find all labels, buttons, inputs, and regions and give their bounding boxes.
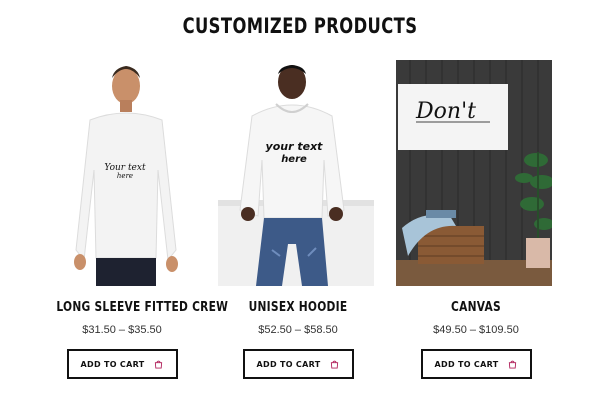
add-to-cart-label: ADD TO CART [434, 359, 499, 369]
shopping-bag-icon [331, 360, 339, 369]
add-to-cart-button[interactable]: ADD TO CART [66, 349, 178, 379]
shopping-bag-icon [509, 360, 517, 369]
product-card-hoodie: your text here UNISEX HOODIE $52.50 – $5… [218, 60, 378, 379]
product-image-canvas[interactable]: Don't [396, 60, 552, 286]
add-to-cart-label: ADD TO CART [256, 359, 321, 369]
price-range: $52.50 – $58.50 [258, 324, 338, 336]
print-text-2: your text [266, 140, 324, 153]
add-to-cart-button[interactable]: ADD TO CART [242, 349, 354, 379]
model-long-sleeve-icon: Your text here [42, 60, 198, 286]
svg-text:here: here [117, 172, 133, 180]
add-to-cart-label: ADD TO CART [80, 359, 145, 369]
model-hoodie-icon: your text here [218, 60, 374, 286]
print-text-3: Don't [415, 99, 476, 124]
product-name[interactable]: CANVAS [410, 300, 541, 315]
product-image-hoodie[interactable]: your text here [218, 60, 374, 286]
product-name[interactable]: UNISEX HOODIE [232, 300, 363, 315]
canvas-wall-art-icon: Don't [396, 60, 552, 286]
price-range: $49.50 – $109.50 [433, 324, 519, 336]
product-image-long-sleeve[interactable]: Your text here [42, 60, 198, 286]
price-range: $31.50 – $35.50 [82, 324, 162, 336]
product-name[interactable]: LONG SLEEVE FITTED CREW [56, 300, 228, 315]
product-card-long-sleeve: Your text here LONG SLEEVE FITTED CREW $… [42, 60, 228, 379]
section-title: CUSTOMIZED PRODUCTS [182, 14, 418, 38]
add-to-cart-button[interactable]: ADD TO CART [420, 349, 532, 379]
product-card-canvas: Don't CANVAS $49.50 – $109.50 ADD TO CAR… [396, 60, 556, 379]
shopping-bag-icon [155, 360, 163, 369]
svg-text:here: here [281, 154, 307, 165]
